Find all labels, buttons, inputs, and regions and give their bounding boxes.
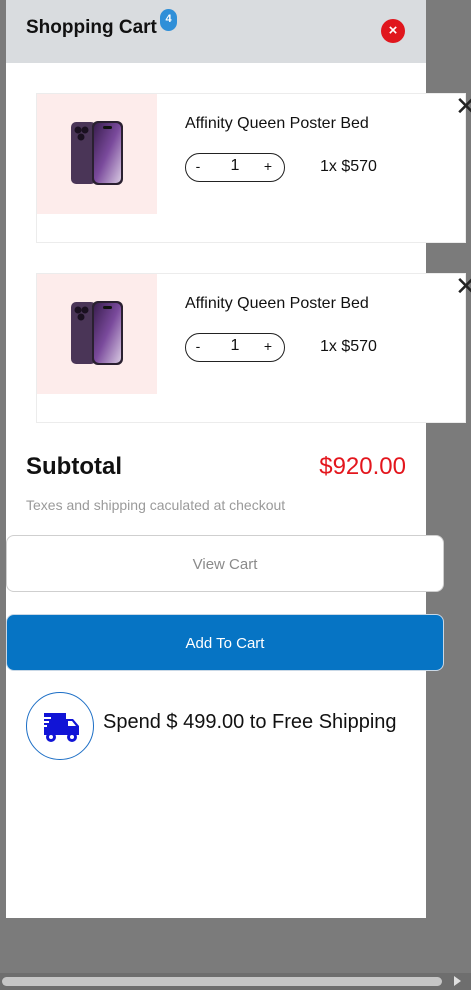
subtotal-value: $920.00 [319, 453, 406, 480]
free-shipping-text: Spend $ 499.00 to Free Shipping [103, 711, 397, 733]
product-image[interactable] [37, 94, 157, 214]
close-cart-button[interactable]: × [381, 19, 405, 43]
scroll-right-arrow-icon[interactable] [454, 976, 461, 986]
item-price: 1x $570 [320, 338, 377, 355]
phone-image [71, 301, 123, 365]
subtotal-label: Subtotal [26, 453, 122, 480]
cart-drawer: Shopping Cart 4 × Affinity Queen Poster … [6, 0, 471, 918]
shipping-note: Texes and shipping caculated at checkout [26, 497, 286, 513]
cart-item: Affinity Queen Poster Bed - 1 + 1x $570 … [36, 273, 471, 423]
scrollbar-thumb[interactable] [2, 977, 442, 986]
horizontal-scrollbar[interactable] [0, 973, 471, 990]
product-image[interactable] [37, 274, 157, 394]
cart-title: Shopping Cart [26, 17, 157, 38]
truck-icon [42, 713, 79, 742]
decrease-quantity-button[interactable]: - [192, 338, 204, 354]
quantity-stepper: - 1 + [185, 153, 285, 182]
phone-image [71, 121, 123, 185]
cart-item: Affinity Queen Poster Bed - 1 + 1x $570 … [36, 93, 471, 243]
remove-item-icon[interactable]: ✕ [455, 93, 471, 119]
cart-header: Shopping Cart 4 × [6, 0, 426, 63]
decrease-quantity-button[interactable]: - [192, 158, 204, 174]
quantity-value[interactable]: 1 [220, 157, 250, 175]
increase-quantity-button[interactable]: + [262, 158, 274, 174]
item-price: 1x $570 [320, 158, 377, 175]
truck-icon-badge [26, 692, 94, 760]
item-name[interactable]: Affinity Queen Poster Bed [185, 115, 369, 133]
increase-quantity-button[interactable]: + [262, 338, 274, 354]
quantity-value[interactable]: 1 [220, 337, 250, 355]
item-name[interactable]: Affinity Queen Poster Bed [185, 295, 369, 313]
view-cart-button[interactable]: View Cart [6, 535, 444, 592]
add-to-cart-button[interactable]: Add To Cart [6, 614, 444, 671]
cart-count-badge: 4 [160, 9, 177, 31]
quantity-stepper: - 1 + [185, 333, 285, 362]
remove-item-icon[interactable]: ✕ [455, 273, 471, 299]
